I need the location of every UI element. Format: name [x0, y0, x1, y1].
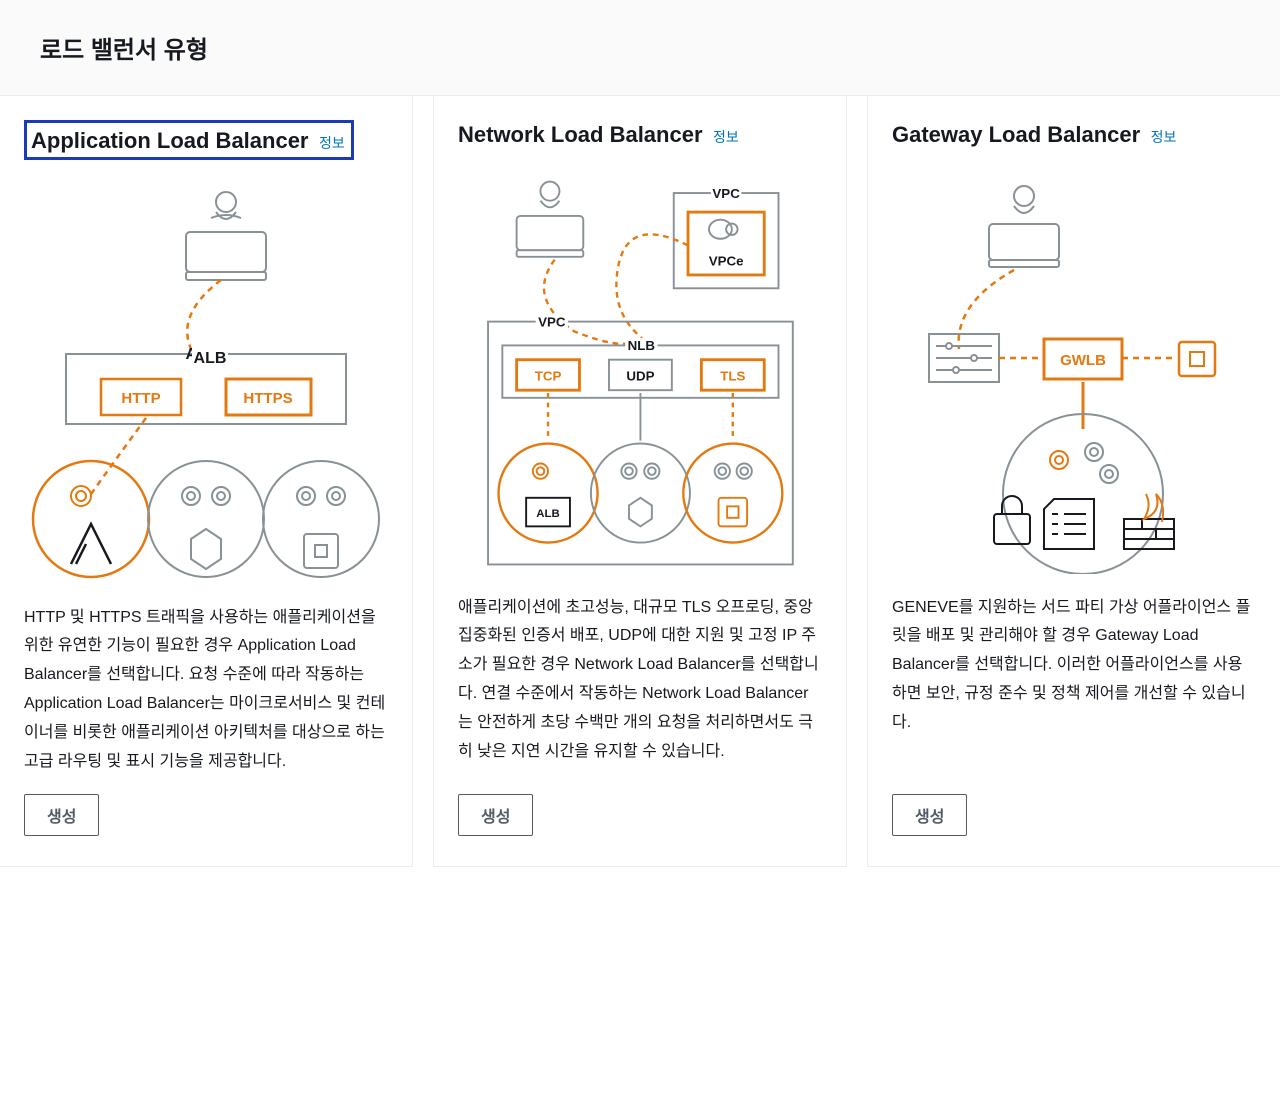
lb-cards-row: Application Load Balancer 정보 ALB [0, 96, 1280, 867]
alb-title-row: Application Load Balancer 정보 [24, 120, 388, 160]
gwlb-diagram-svg: GWLB [894, 174, 1254, 574]
gwlb-description: GENEVE를 지원하는 서드 파티 가상 어플라이언스 플릿을 배포 및 관리… [892, 594, 1256, 777]
gwlb-card: Gateway Load Balancer 정보 [867, 96, 1280, 867]
svg-text:TCP: TCP [534, 368, 561, 383]
nlb-create-button[interactable]: 생성 [458, 794, 533, 836]
nlb-diagram-svg: VPC VPCe VPC NLB TCP [469, 174, 812, 574]
svg-text:ALB: ALB [536, 508, 559, 520]
svg-text:VPCe: VPCe [708, 253, 743, 268]
alb-diagram: ALB ALB HTTP HTTPS [24, 184, 388, 584]
svg-text:HTTPS: HTTPS [243, 390, 292, 407]
svg-text:VPC: VPC [538, 314, 566, 329]
page-header: 로드 밸런서 유형 [0, 0, 1280, 96]
gwlb-title-row: Gateway Load Balancer 정보 [892, 120, 1256, 150]
page-title: 로드 밸런서 유형 [40, 30, 1240, 65]
gwlb-create-button[interactable]: 생성 [892, 794, 967, 836]
svg-text:ALB: ALB [194, 350, 227, 367]
nlb-info-link[interactable]: 정보 [713, 129, 739, 145]
alb-create-button[interactable]: 생성 [24, 794, 99, 836]
alb-diagram-svg: ALB ALB HTTP HTTPS [26, 184, 386, 584]
gwlb-diagram: GWLB [892, 174, 1256, 574]
svg-text:NLB: NLB [627, 338, 655, 353]
svg-text:TLS: TLS [720, 368, 745, 383]
svg-text:VPC: VPC [712, 185, 740, 200]
svg-text:HTTP: HTTP [121, 390, 160, 407]
alb-info-link[interactable]: 정보 [319, 135, 345, 151]
nlb-title-row: Network Load Balancer 정보 [458, 120, 822, 150]
nlb-diagram: VPC VPCe VPC NLB TCP [458, 174, 822, 574]
gwlb-info-link[interactable]: 정보 [1151, 129, 1177, 145]
alb-description: HTTP 및 HTTPS 트래픽을 사용하는 애플리케이션을 위한 유연한 기능… [24, 604, 388, 777]
nlb-description: 애플리케이션에 초고성능, 대규모 TLS 오프로딩, 중앙 집중화된 인증서 … [458, 594, 822, 777]
gwlb-title: Gateway Load Balancer [892, 122, 1140, 147]
nlb-card: Network Load Balancer 정보 VPC [433, 96, 847, 867]
alb-title-highlight: Application Load Balancer 정보 [24, 120, 354, 160]
nlb-title: Network Load Balancer [458, 122, 703, 147]
alb-title: Application Load Balancer [31, 128, 309, 153]
svg-text:GWLB: GWLB [1060, 352, 1106, 369]
alb-card: Application Load Balancer 정보 ALB [0, 96, 413, 867]
svg-text:UDP: UDP [626, 368, 654, 383]
